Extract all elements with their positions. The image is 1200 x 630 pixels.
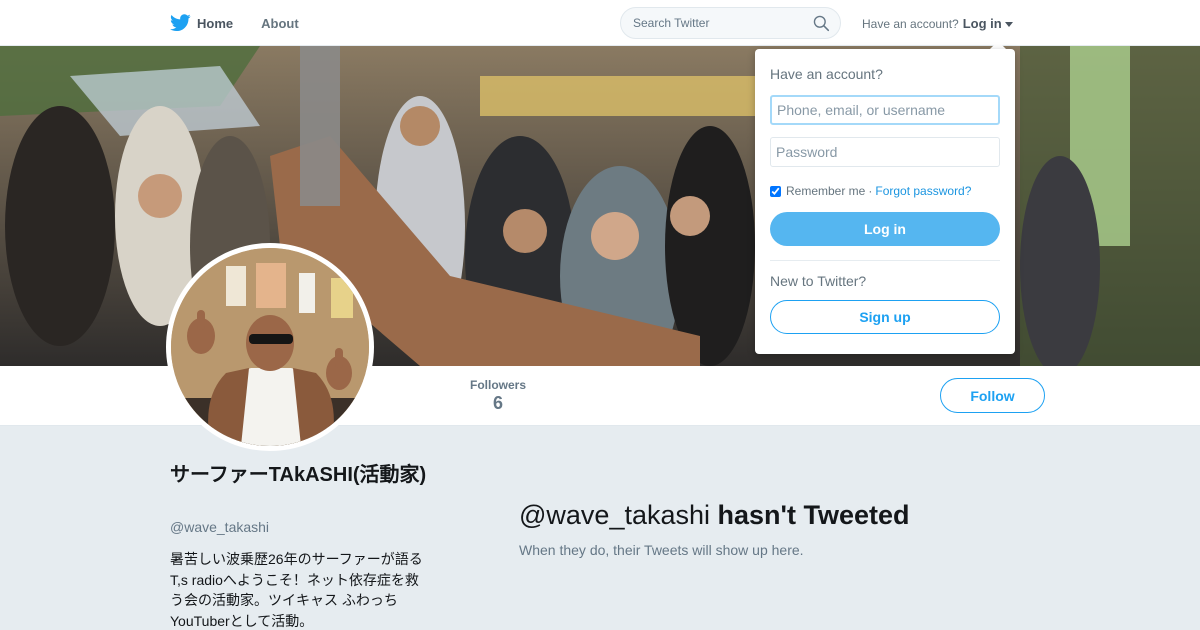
follow-button[interactable]: Follow — [940, 378, 1045, 413]
chevron-down-icon — [1004, 21, 1013, 27]
search-input[interactable] — [621, 8, 801, 38]
empty-timeline-subtitle: When they do, their Tweets will show up … — [519, 542, 804, 558]
login-button[interactable]: Log in — [770, 212, 1000, 246]
nav-about-label: About — [261, 15, 299, 31]
main-nav: Home About — [170, 0, 327, 46]
remember-me-checkbox[interactable] — [770, 185, 781, 197]
remember-me-label[interactable]: Remember me — [786, 184, 865, 198]
profile-handle[interactable]: @wave_takashi — [170, 519, 269, 535]
avatar-image — [171, 248, 369, 446]
login-dropdown-title: Have an account? — [770, 66, 883, 82]
empty-timeline-message: hasn't Tweeted — [717, 500, 910, 530]
forgot-password-link[interactable]: Forgot password? — [875, 184, 971, 198]
new-to-twitter-label: New to Twitter? — [770, 273, 867, 289]
profile-name: サーファーTAkASHI(活動家) — [170, 464, 427, 486]
dropdown-divider — [770, 260, 1000, 261]
search-box[interactable] — [620, 7, 841, 39]
avatar-photo — [171, 248, 369, 446]
remember-row: Remember me · Forgot password? — [770, 184, 971, 198]
top-navigation-bar: Home About Have an account? Log in — [0, 0, 1200, 46]
empty-timeline-handle: @wave_takashi — [519, 500, 711, 530]
followers-stat[interactable]: Followers 6 — [470, 378, 526, 414]
nav-home-label: Home — [197, 15, 234, 31]
password-field[interactable] — [770, 137, 1000, 167]
avatar[interactable] — [166, 243, 374, 451]
search-icon[interactable] — [813, 15, 830, 32]
username-field[interactable] — [770, 95, 1000, 125]
login-menu-toggle[interactable]: Log in — [963, 16, 1013, 31]
followers-label: Followers — [470, 378, 527, 392]
twitter-bird-icon — [170, 14, 191, 32]
nav-about[interactable]: About — [261, 16, 299, 31]
login-dropdown: Have an account? Remember me · Forgot pa… — [755, 49, 1015, 354]
signup-button[interactable]: Sign up — [770, 300, 1000, 334]
profile-bio: 暑苦しい波乗歴26年のサーファーが語るT,s radioへようこそ！ネット依存症… — [170, 551, 423, 629]
login-menu-label: Log in — [962, 16, 1002, 31]
empty-timeline-title: @wave_takashi hasn't Tweeted — [519, 500, 909, 531]
separator-dot: · — [868, 184, 873, 198]
account-area: Have an account? Log in — [862, 16, 1013, 31]
nav-home[interactable]: Home — [170, 14, 233, 32]
dropdown-caret — [990, 41, 1006, 49]
account-prompt: Have an account? — [862, 16, 959, 31]
followers-count: 6 — [493, 393, 504, 413]
